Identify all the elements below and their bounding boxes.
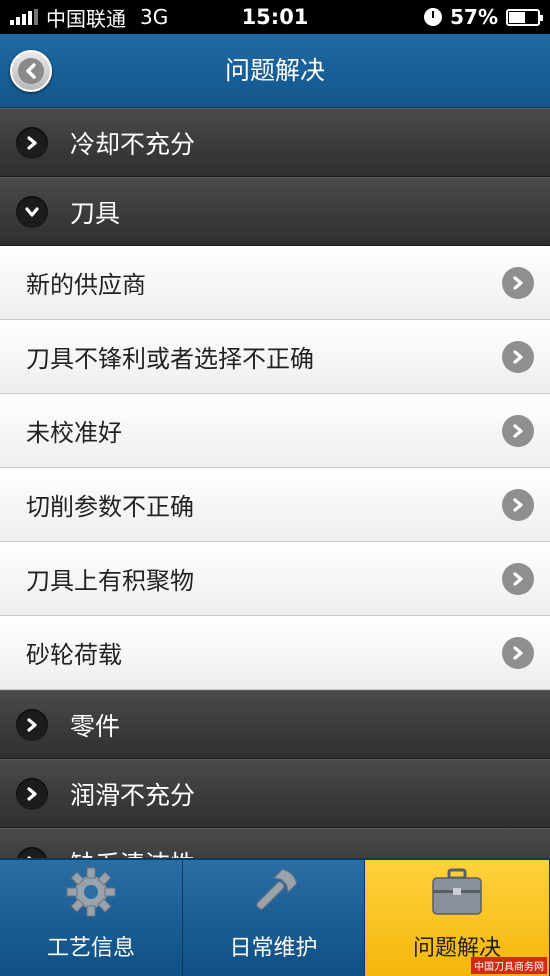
nav-header: 问题解决	[0, 34, 550, 108]
list-item-label: 刀具上有积聚物	[26, 567, 194, 595]
status-bar: 中国联通 3G 15:01 57%	[0, 0, 550, 34]
section-label: 缺乏清洁性	[70, 845, 195, 859]
toolbox-icon	[429, 866, 485, 924]
watermark: 中国刀具商务网	[471, 957, 547, 974]
list-item[interactable]: 新的供应商	[0, 246, 550, 320]
network-type: 3G	[140, 5, 169, 29]
gear-icon	[65, 866, 117, 924]
chevron-right-icon	[502, 562, 534, 595]
chevron-right-icon	[502, 488, 534, 521]
rotation-lock-icon	[424, 8, 443, 26]
tab-problem-solving[interactable]: 问题解决 中国刀具商务网	[365, 860, 550, 976]
list-item[interactable]: 未校准好	[0, 394, 550, 468]
back-arrow-icon	[18, 58, 44, 84]
battery-percent: 57%	[450, 5, 498, 29]
status-time: 15:01	[241, 5, 309, 29]
chevron-right-icon	[16, 846, 48, 858]
tab-daily-maintenance[interactable]: 日常维护	[183, 860, 365, 976]
section-header[interactable]: 零件	[0, 690, 550, 759]
chevron-right-icon	[502, 266, 534, 299]
list-item-label: 新的供应商	[26, 271, 146, 299]
back-button[interactable]	[10, 50, 52, 92]
tab-label: 日常维护	[229, 936, 318, 961]
list-item[interactable]: 刀具上有积聚物	[0, 542, 550, 616]
battery-icon	[506, 8, 543, 26]
tab-label: 工艺信息	[46, 936, 135, 961]
list-item-label: 刀具不锋利或者选择不正确	[26, 345, 314, 373]
chevron-down-icon	[16, 195, 48, 228]
list-item[interactable]: 刀具不锋利或者选择不正确	[0, 320, 550, 394]
tab-process-info[interactable]: 工艺信息	[0, 860, 183, 976]
chevron-right-icon	[16, 708, 48, 741]
chevron-right-icon	[16, 777, 48, 810]
chevron-right-icon	[502, 636, 534, 669]
section-header[interactable]: 冷却不充分	[0, 108, 550, 177]
section-header[interactable]: 刀具	[0, 177, 550, 246]
list-item-label: 砂轮荷载	[26, 641, 122, 669]
section-header[interactable]: 缺乏清洁性	[0, 828, 550, 858]
page-title: 问题解决	[224, 56, 325, 85]
wrench-icon	[248, 866, 300, 924]
chevron-right-icon	[502, 340, 534, 373]
list-item[interactable]: 切削参数不正确	[0, 468, 550, 542]
list-item-label: 未校准好	[26, 419, 122, 447]
list-item[interactable]: 砂轮荷载	[0, 616, 550, 690]
section-label: 刀具	[70, 198, 121, 228]
tab-bar: 工艺信息 日常维护 问题解决 中国刀具商务网	[0, 858, 550, 976]
signal-strength-icon	[10, 9, 38, 25]
problem-list[interactable]: 冷却不充分刀具新的供应商刀具不锋利或者选择不正确 未校准好切削参数不正确 刀具上有积…	[0, 108, 550, 858]
section-label: 润滑不充分	[70, 780, 196, 810]
section-header[interactable]: 润滑不充分	[0, 759, 550, 828]
list-item-label: 切削参数不正确	[26, 493, 194, 521]
chevron-right-icon	[502, 414, 534, 447]
carrier-name: 中国联通	[46, 6, 126, 31]
section-label: 零件	[70, 711, 121, 741]
chevron-right-icon	[16, 126, 48, 159]
section-label: 冷却不充分	[70, 129, 196, 159]
